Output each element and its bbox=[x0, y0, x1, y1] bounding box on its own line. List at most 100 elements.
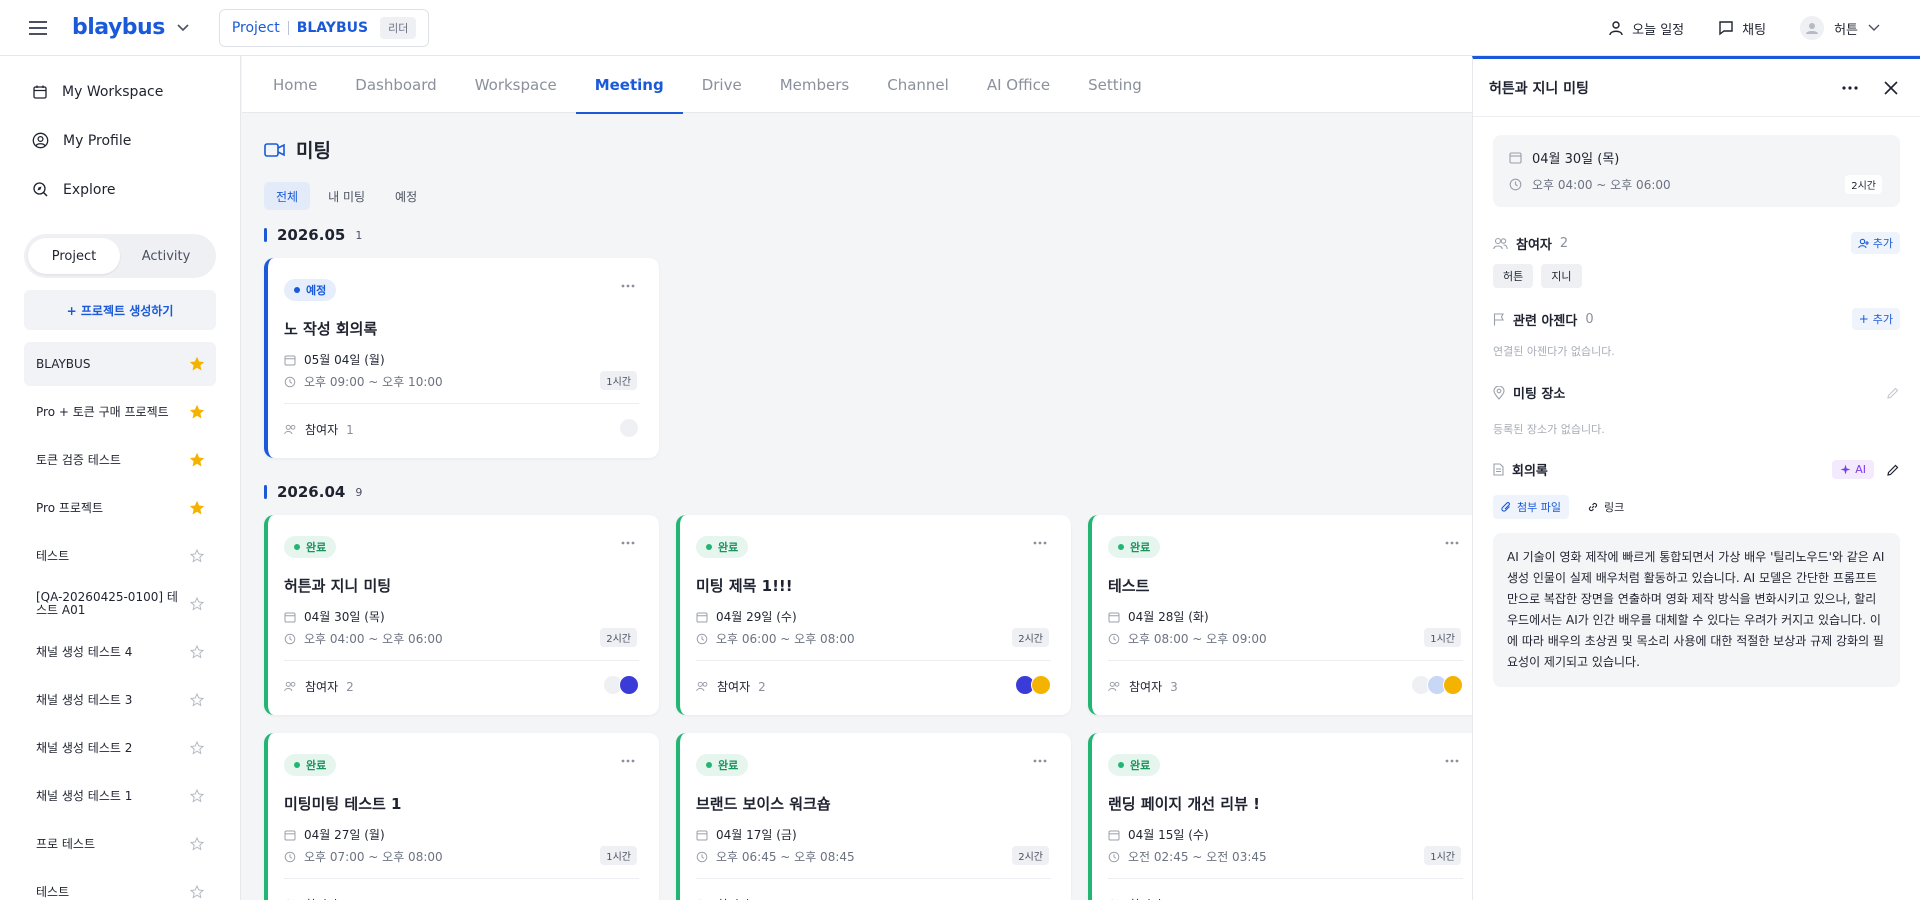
more-icon[interactable] bbox=[1033, 759, 1047, 763]
divider bbox=[284, 878, 639, 879]
status-dot bbox=[294, 287, 300, 293]
tab-members[interactable]: Members bbox=[761, 56, 869, 113]
star-icon[interactable] bbox=[190, 453, 204, 467]
main-content: Home Dashboard Workspace Meeting Drive Member… bbox=[242, 56, 1472, 900]
project-list-item[interactable]: 테스트 bbox=[24, 534, 216, 578]
tab-workspace[interactable]: Workspace bbox=[456, 56, 576, 113]
create-project-button[interactable]: + 프로젝트 생성하기 bbox=[24, 290, 216, 330]
participants-label: 참여자 bbox=[1516, 237, 1552, 253]
menu-icon[interactable] bbox=[10, 0, 66, 56]
more-icon[interactable] bbox=[621, 541, 635, 545]
tab-drive[interactable]: Drive bbox=[683, 56, 761, 113]
ai-summary-button[interactable]: AI bbox=[1832, 460, 1874, 479]
project-list-item[interactable]: 채널 생성 테스트 4 bbox=[24, 630, 216, 674]
star-icon[interactable] bbox=[190, 405, 204, 419]
participants-count: 1 bbox=[346, 422, 354, 437]
link-tab[interactable]: 링크 bbox=[1579, 495, 1632, 519]
star-icon[interactable] bbox=[190, 885, 204, 899]
user-menu[interactable]: 허튼 bbox=[1800, 16, 1880, 40]
more-icon[interactable] bbox=[1842, 85, 1858, 90]
close-icon[interactable] bbox=[1884, 80, 1898, 95]
edit-icon[interactable] bbox=[1886, 463, 1900, 477]
project-name: BLAYBUS bbox=[296, 19, 369, 36]
meeting-card[interactable]: 완료 랜딩 페이지 개선 리뷰 ! 04월 15일 (수) 오전 02:45 ~ 오전… bbox=[1088, 733, 1472, 900]
status-label: 완료 bbox=[1130, 541, 1151, 554]
more-icon[interactable] bbox=[621, 284, 635, 288]
meeting-time: 오전 02:45 ~ 오전 03:45 bbox=[1108, 848, 1267, 865]
participants-label: 참여자 bbox=[717, 680, 751, 694]
project-list-item[interactable]: 토큰 검증 테스트 bbox=[24, 438, 216, 482]
project-name: 채널 생성 테스트 3 bbox=[36, 692, 133, 707]
filter-all[interactable]: 전체 bbox=[264, 182, 311, 210]
project-list-item[interactable]: Pro 프로젝트 bbox=[24, 486, 216, 530]
sidebar-item-explore[interactable]: Explore bbox=[0, 165, 240, 214]
today-schedule-button[interactable]: 오늘 일정 bbox=[1608, 19, 1684, 38]
project-list-item[interactable]: BLAYBUS bbox=[24, 342, 216, 386]
calendar-icon bbox=[696, 611, 708, 623]
segment-activity[interactable]: Activity bbox=[120, 238, 212, 274]
star-icon[interactable] bbox=[190, 501, 204, 515]
star-icon[interactable] bbox=[190, 789, 204, 803]
participants: 참여자 1 bbox=[284, 421, 354, 438]
meeting-card[interactable]: 완료 미팅 제목 1!!! 04월 29일 (수) 오후 06:00 ~ 오후 08:… bbox=[676, 515, 1071, 715]
chevron-down-icon[interactable] bbox=[177, 23, 189, 32]
chat-button[interactable]: 채팅 bbox=[1718, 19, 1766, 38]
add-participant-button[interactable]: 추가 bbox=[1850, 232, 1900, 254]
star-icon[interactable] bbox=[190, 693, 204, 707]
duration-badge: 1시간 bbox=[1424, 628, 1461, 647]
tab-channel[interactable]: Channel bbox=[868, 56, 968, 113]
meeting-time-text: 오후 04:00 ~ 오후 06:00 bbox=[304, 632, 443, 646]
tab-home[interactable]: Home bbox=[254, 56, 336, 113]
project-name: Pro + 토큰 구매 프로젝트 bbox=[36, 404, 169, 419]
project-list-item[interactable]: Pro + 토큰 구매 프로젝트 bbox=[24, 390, 216, 434]
project-list-item[interactable]: 채널 생성 테스트 3 bbox=[24, 678, 216, 722]
calendar-icon bbox=[1509, 151, 1522, 164]
project-list-item[interactable]: 테스트 bbox=[24, 870, 216, 900]
attachment-tab[interactable]: 첨부 파일 bbox=[1493, 495, 1569, 519]
more-icon[interactable] bbox=[1445, 541, 1459, 545]
star-icon[interactable] bbox=[190, 549, 204, 563]
project-name: 테스트 bbox=[36, 548, 70, 563]
star-icon[interactable] bbox=[190, 597, 204, 611]
filter-planned[interactable]: 예정 bbox=[383, 182, 429, 210]
segment-project[interactable]: Project bbox=[28, 238, 120, 274]
status-label: 완료 bbox=[306, 541, 327, 554]
filter-tabs: 전체 내 미팅 예정 bbox=[264, 182, 429, 210]
star-icon[interactable] bbox=[190, 645, 204, 659]
tab-meeting[interactable]: Meeting bbox=[575, 56, 683, 114]
meeting-time-text: 오전 02:45 ~ 오전 03:45 bbox=[1128, 850, 1267, 864]
filter-my-meetings[interactable]: 내 미팅 bbox=[316, 182, 377, 210]
tab-ai-office[interactable]: AI Office bbox=[968, 56, 1069, 113]
add-agenda-button[interactable]: + 추가 bbox=[1851, 308, 1900, 330]
more-icon[interactable] bbox=[1033, 541, 1047, 545]
participants-section: 참여자 2 추가 bbox=[1493, 232, 1900, 254]
project-selector[interactable]: Project BLAYBUS 리더 bbox=[218, 8, 430, 47]
star-icon[interactable] bbox=[190, 837, 204, 851]
more-icon[interactable] bbox=[621, 759, 635, 763]
location-pin-icon bbox=[1493, 385, 1505, 400]
project-list-item[interactable]: 채널 생성 테스트 2 bbox=[24, 726, 216, 770]
logo[interactable]: blaybus bbox=[72, 15, 165, 40]
edit-icon[interactable] bbox=[1886, 386, 1900, 400]
project-list-item[interactable]: 채널 생성 테스트 1 bbox=[24, 774, 216, 818]
star-icon[interactable] bbox=[190, 357, 204, 371]
sidebar-item-my-workspace[interactable]: My Workspace bbox=[0, 67, 240, 116]
meeting-card[interactable]: 완료 미팅미팅 테스트 1 04월 27일 (월) 오후 07:00 ~ 오후 08:… bbox=[264, 733, 659, 900]
meeting-card[interactable]: 완료 테스트 04월 28일 (화) 오후 08:00 ~ 오후 09:00 1시간 참여… bbox=[1088, 515, 1472, 715]
tab-setting[interactable]: Setting bbox=[1069, 56, 1161, 113]
meeting-date-text: 04월 30일 (목) bbox=[1532, 152, 1620, 167]
tab-dashboard[interactable]: Dashboard bbox=[336, 56, 455, 113]
meeting-card[interactable]: 예정 노 작성 회의록 05월 04일 (월) 오후 09:00 ~ 오후 10:00… bbox=[264, 258, 659, 458]
meeting-card[interactable]: 완료 브랜드 보이스 워크숍 04월 17일 (금) 오후 06:45 ~ 오후 08… bbox=[676, 733, 1071, 900]
calendar-icon bbox=[284, 354, 296, 366]
participants-label: 참여자 bbox=[717, 896, 750, 900]
project-list-item[interactable]: [QA-20260425-0100] 테스트 A01 bbox=[24, 582, 216, 626]
meeting-date: 04월 30일 (목) bbox=[1509, 148, 1619, 167]
more-icon[interactable] bbox=[1445, 759, 1459, 763]
project-list-item[interactable]: 프로 테스트 bbox=[24, 822, 216, 866]
user-name: 허튼 bbox=[1834, 22, 1858, 38]
sidebar-item-label: My Workspace bbox=[62, 83, 164, 100]
star-icon[interactable] bbox=[190, 741, 204, 755]
sidebar-item-my-profile[interactable]: My Profile bbox=[0, 116, 240, 165]
meeting-card[interactable]: 완료 허튼과 지니 미팅 04월 30일 (목) 오후 04:00 ~ 오후 06:0… bbox=[264, 515, 659, 715]
